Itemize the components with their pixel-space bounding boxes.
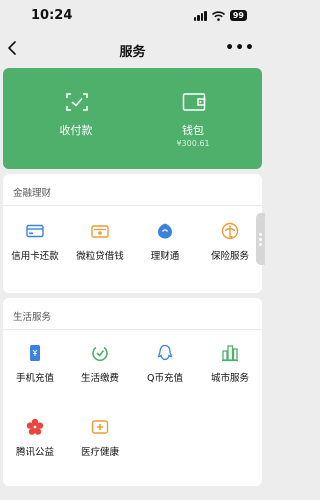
service-label: 保险服务 (210, 251, 249, 262)
service-label: Q币充值 (147, 373, 183, 384)
section-divider (3, 329, 262, 330)
nav-bar: 服务 ••• (0, 34, 265, 64)
credit-card-icon (26, 224, 44, 238)
wifi-icon (211, 10, 225, 21)
life-section-title: 生活服务 (13, 312, 52, 323)
section-divider (3, 205, 262, 206)
service-label: 理财通 (150, 251, 180, 262)
pay-receive-button[interactable]: 收付款 (16, 68, 136, 169)
wallet-card: 收付款 钱包 ¥300.61 (3, 68, 262, 169)
medical-icon (91, 420, 109, 434)
umbrella-icon (221, 222, 239, 240)
city-icon (222, 345, 238, 362)
service-label: 城市服务 (210, 373, 249, 384)
service-label: 腾讯公益 (15, 447, 54, 458)
status-time: 10:24 (31, 8, 73, 23)
wealth-icon (158, 223, 172, 239)
charity-icon (26, 418, 44, 435)
wallet-button[interactable]: 钱包 ¥300.61 (133, 68, 253, 169)
battery-indicator: 99 (229, 10, 247, 21)
qq-icon (157, 344, 173, 361)
service-label: 手机充值 (15, 373, 54, 384)
status-icons: 99 (193, 10, 247, 21)
service-label: 微粒贷借钱 (76, 251, 124, 262)
scan-check-icon (66, 93, 88, 111)
phone-icon (30, 345, 40, 361)
wallet-balance: ¥300.61 (176, 139, 210, 148)
service-label: 生活缴费 (80, 373, 119, 384)
status-bar: 10:24 99 (0, 0, 265, 34)
finance-section-title: 金融理财 (13, 188, 52, 199)
finance-section: 金融理财 信用卡还款 微粒贷借钱 理财通 保险服务 (3, 174, 262, 293)
utility-icon (92, 346, 108, 361)
wallet-icon (182, 93, 206, 111)
wallet-label: 钱包 (182, 124, 204, 137)
floating-side-handle[interactable] (256, 213, 265, 265)
signal-icon (193, 10, 207, 21)
life-section: 生活服务 手机充值 生活缴费 Q币充值 城市服务 腾讯公益 医疗健康 (3, 298, 262, 486)
more-options-button[interactable]: ••• (225, 41, 255, 55)
loan-icon (91, 225, 109, 238)
service-label: 医疗健康 (80, 447, 119, 458)
pay-label: 收付款 (59, 124, 93, 137)
service-label: 信用卡还款 (11, 251, 59, 262)
